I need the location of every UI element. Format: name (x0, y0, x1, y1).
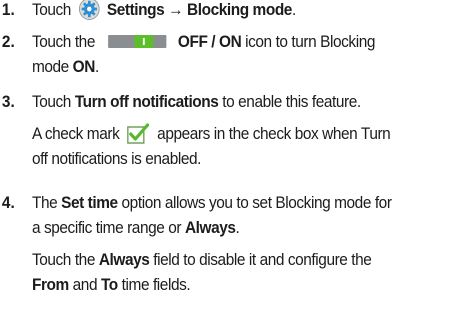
step-line: From and To time fields. (32, 273, 470, 298)
text: appears in the check box when Turn (157, 125, 391, 143)
text: A check mark (31, 125, 120, 143)
text: icon to turn Blocking (245, 33, 376, 51)
set-time-label: Set time (61, 194, 118, 212)
step-line: a specific time range or Always. (32, 216, 470, 241)
text: field to disable it and configure the (153, 251, 372, 269)
text: . (235, 219, 240, 237)
text: option allows you to set Blocking mode f… (121, 194, 392, 212)
step-line: Touch Settings → Blocking mode. (32, 0, 470, 23)
from-label: From (31, 276, 69, 294)
toggle-switch-icon (108, 34, 167, 48)
step-body: The Set time option allows you to set Bl… (32, 191, 470, 298)
step-body: Touch Settings → Blocking mode. (32, 0, 470, 23)
text: . (291, 1, 296, 19)
gear-icon (78, 0, 100, 21)
always-label: Always (184, 219, 236, 237)
step-line: mode ON. (32, 55, 470, 80)
check-box-icon (127, 123, 150, 144)
step-number: 4. (1, 194, 15, 212)
step-line: off notifications is enabled. (32, 147, 470, 172)
text: Touch the (31, 33, 95, 51)
step-line: Touch the Always field to disable it and… (32, 248, 470, 273)
always-label: Always (98, 251, 150, 269)
text: off notifications is enabled. (31, 150, 201, 168)
text: and (72, 276, 98, 294)
text: The (31, 194, 58, 212)
step-line: The Set time option allows you to set Bl… (32, 191, 470, 216)
step-line: A check mark appears in the check box wh… (32, 122, 470, 147)
to-label: To (100, 276, 118, 294)
text: . (94, 58, 99, 76)
step-number: 2. (1, 33, 15, 51)
turn-off-notifications-label: Turn off notifications (74, 93, 219, 111)
text: Touch (31, 93, 71, 111)
text: Touch (31, 1, 71, 19)
step-line: Touch Turn off notifications to enable t… (32, 90, 470, 115)
text: mode (31, 58, 69, 76)
step-number: 1. (1, 1, 15, 19)
instruction-document: 1. Touch Settings → Blocking mode. 2. To… (0, 0, 444, 310)
off-on-label: OFF / ON (177, 33, 242, 51)
toggle-thumb (134, 34, 154, 48)
text: to enable this feature. (222, 93, 361, 111)
step-body: Touch Turn off notifications to enable t… (32, 90, 470, 172)
on-label: ON (72, 58, 96, 76)
blocking-mode-label: Blocking mode (187, 1, 292, 19)
step-number: 3. (1, 93, 15, 111)
step-body: Touch the OFF / ON icon to turn Blocking… (32, 30, 470, 80)
text: time fields. (121, 276, 191, 294)
text: a specific time range or (31, 219, 182, 237)
text: Touch the (31, 251, 95, 269)
arrow-icon: → (168, 1, 184, 19)
settings-label: Settings (106, 1, 165, 19)
step-line: Touch the OFF / ON icon to turn Blocking (32, 30, 470, 55)
